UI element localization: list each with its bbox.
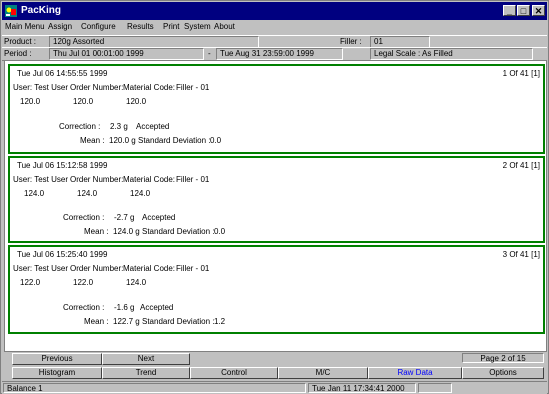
record-user: User: Test User [13, 264, 68, 273]
control-button[interactable]: Control [190, 367, 278, 379]
status-text: Accepted [136, 122, 170, 131]
period-end-field: Tue Aug 31 23:59:00 1999 [216, 48, 343, 60]
menu-configure[interactable]: Configure [81, 22, 116, 31]
window-title: PacKing [21, 5, 62, 16]
previous-button[interactable]: Previous [12, 353, 102, 365]
maximize-button[interactable]: □ [517, 5, 530, 16]
correction-label: Correction : [63, 303, 105, 312]
options-button[interactable]: Options [462, 367, 544, 379]
correction-label: Correction : [59, 122, 101, 131]
record-material: Material Code: [123, 83, 176, 92]
correction-label: Correction : [63, 213, 105, 222]
close-button[interactable]: ✕ [532, 5, 545, 16]
record-weight: 124.0 [77, 189, 98, 198]
menu-system[interactable]: System [184, 22, 211, 31]
title-bar[interactable]: PacKing _ □ ✕ [2, 2, 547, 20]
correction-value: -1.6 g [114, 303, 135, 312]
record-weight: 122.0 [20, 278, 41, 287]
record-card[interactable]: Tue Jul 06 15:12:58 1999 2 Of 41 [1] Use… [8, 156, 545, 243]
trend-button[interactable]: Trend [102, 367, 190, 379]
record-weight: 124.0 [24, 189, 45, 198]
page-indicator: Page 2 of 15 [462, 353, 544, 363]
record-timestamp: Tue Jul 06 15:12:58 1999 [17, 161, 108, 170]
mean-label: Mean : [84, 317, 109, 326]
raw-data-panel[interactable]: Tue Jul 06 14:55:55 1999 1 Of 41 [1] Use… [4, 60, 547, 352]
app-logo-icon [5, 5, 17, 17]
period-label: Period : [4, 49, 32, 58]
record-material: Material Code: [123, 175, 176, 184]
record-material: Material Code: [123, 264, 176, 273]
record-order: Order Number: [70, 83, 124, 92]
mean-value: 122.7 g [113, 317, 140, 326]
mean-label: Mean : [84, 227, 109, 236]
record-order: Order Number: [70, 264, 124, 273]
minimize-button[interactable]: _ [503, 5, 516, 16]
record-weight: 120.0 [126, 97, 147, 106]
mean-label: Mean : [80, 136, 105, 145]
std-dev-value: 0.0 [214, 227, 226, 236]
record-weight: 122.0 [73, 278, 94, 287]
next-button[interactable]: Next [102, 353, 190, 365]
std-dev-value: 0.0 [210, 136, 222, 145]
histogram-button[interactable]: Histogram [12, 367, 102, 379]
record-user: User: Test User [13, 175, 68, 184]
view-tabs-row: Histogram Trend Control M/C Raw Data Opt… [2, 367, 547, 379]
app-window: PacKing _ □ ✕ Main Menu Assign Configure… [0, 0, 549, 394]
record-timestamp: Tue Jul 06 14:55:55 1999 [17, 69, 108, 78]
std-dev-label: Standard Deviation : [138, 136, 211, 145]
correction-value: -2.7 g [114, 213, 135, 222]
period-separator: - [208, 49, 211, 58]
record-filler: Filler - 01 [176, 83, 210, 92]
status-text: Accepted [140, 303, 174, 312]
record-filler: Filler - 01 [176, 175, 210, 184]
menu-results[interactable]: Results [127, 22, 154, 31]
status-text: Accepted [142, 213, 176, 222]
record-weight: 124.0 [126, 278, 147, 287]
mc-button[interactable]: M/C [278, 367, 368, 379]
record-filler: Filler - 01 [176, 264, 210, 273]
mean-value: 124.0 g [113, 227, 140, 236]
balance-status: Balance 1 [3, 383, 306, 393]
menu-assign[interactable]: Assign [48, 22, 72, 31]
record-card[interactable]: Tue Jul 06 15:25:40 1999 3 Of 41 [1] Use… [8, 245, 545, 334]
menu-main-menu[interactable]: Main Menu [5, 22, 45, 31]
record-user: User: Test User [13, 83, 68, 92]
legal-scale-field: Legal Scale : As Filled [370, 48, 533, 60]
datetime-status: Tue Jan 11 17:34:41 2000 [308, 383, 416, 393]
record-card[interactable]: Tue Jul 06 14:55:55 1999 1 Of 41 [1] Use… [8, 64, 545, 154]
record-count: 2 Of 41 [1] [502, 161, 540, 170]
record-weight: 124.0 [130, 189, 151, 198]
menu-about[interactable]: About [214, 22, 235, 31]
status-bar: Balance 1 Tue Jan 11 17:34:41 2000 [2, 381, 547, 394]
correction-value: 2.3 g [110, 122, 128, 131]
menu-bar: Main Menu Assign Configure Results Print… [2, 20, 547, 34]
raw-data-button[interactable]: Raw Data [368, 367, 462, 379]
period-start-field: Thu Jul 01 00:01:00 1999 [49, 48, 204, 60]
std-dev-label: Standard Deviation : [142, 317, 215, 326]
status-blank-field [418, 383, 452, 393]
std-dev-label: Standard Deviation : [142, 227, 215, 236]
record-weight: 120.0 [73, 97, 94, 106]
pager-row: Previous Next Page 2 of 15 [2, 353, 547, 365]
record-count: 3 Of 41 [1] [502, 250, 540, 259]
mean-value: 120.0 g [109, 136, 136, 145]
record-timestamp: Tue Jul 06 15:25:40 1999 [17, 250, 108, 259]
record-weight: 120.0 [20, 97, 41, 106]
filler-label: Filler : [340, 37, 362, 46]
period-row: Period : Thu Jul 01 00:01:00 1999 - Tue … [2, 47, 547, 61]
menu-print[interactable]: Print [163, 22, 179, 31]
record-count: 1 Of 41 [1] [502, 69, 540, 78]
record-order: Order Number: [70, 175, 124, 184]
product-label: Product : [4, 37, 37, 46]
std-dev-value: 1.2 [214, 317, 226, 326]
